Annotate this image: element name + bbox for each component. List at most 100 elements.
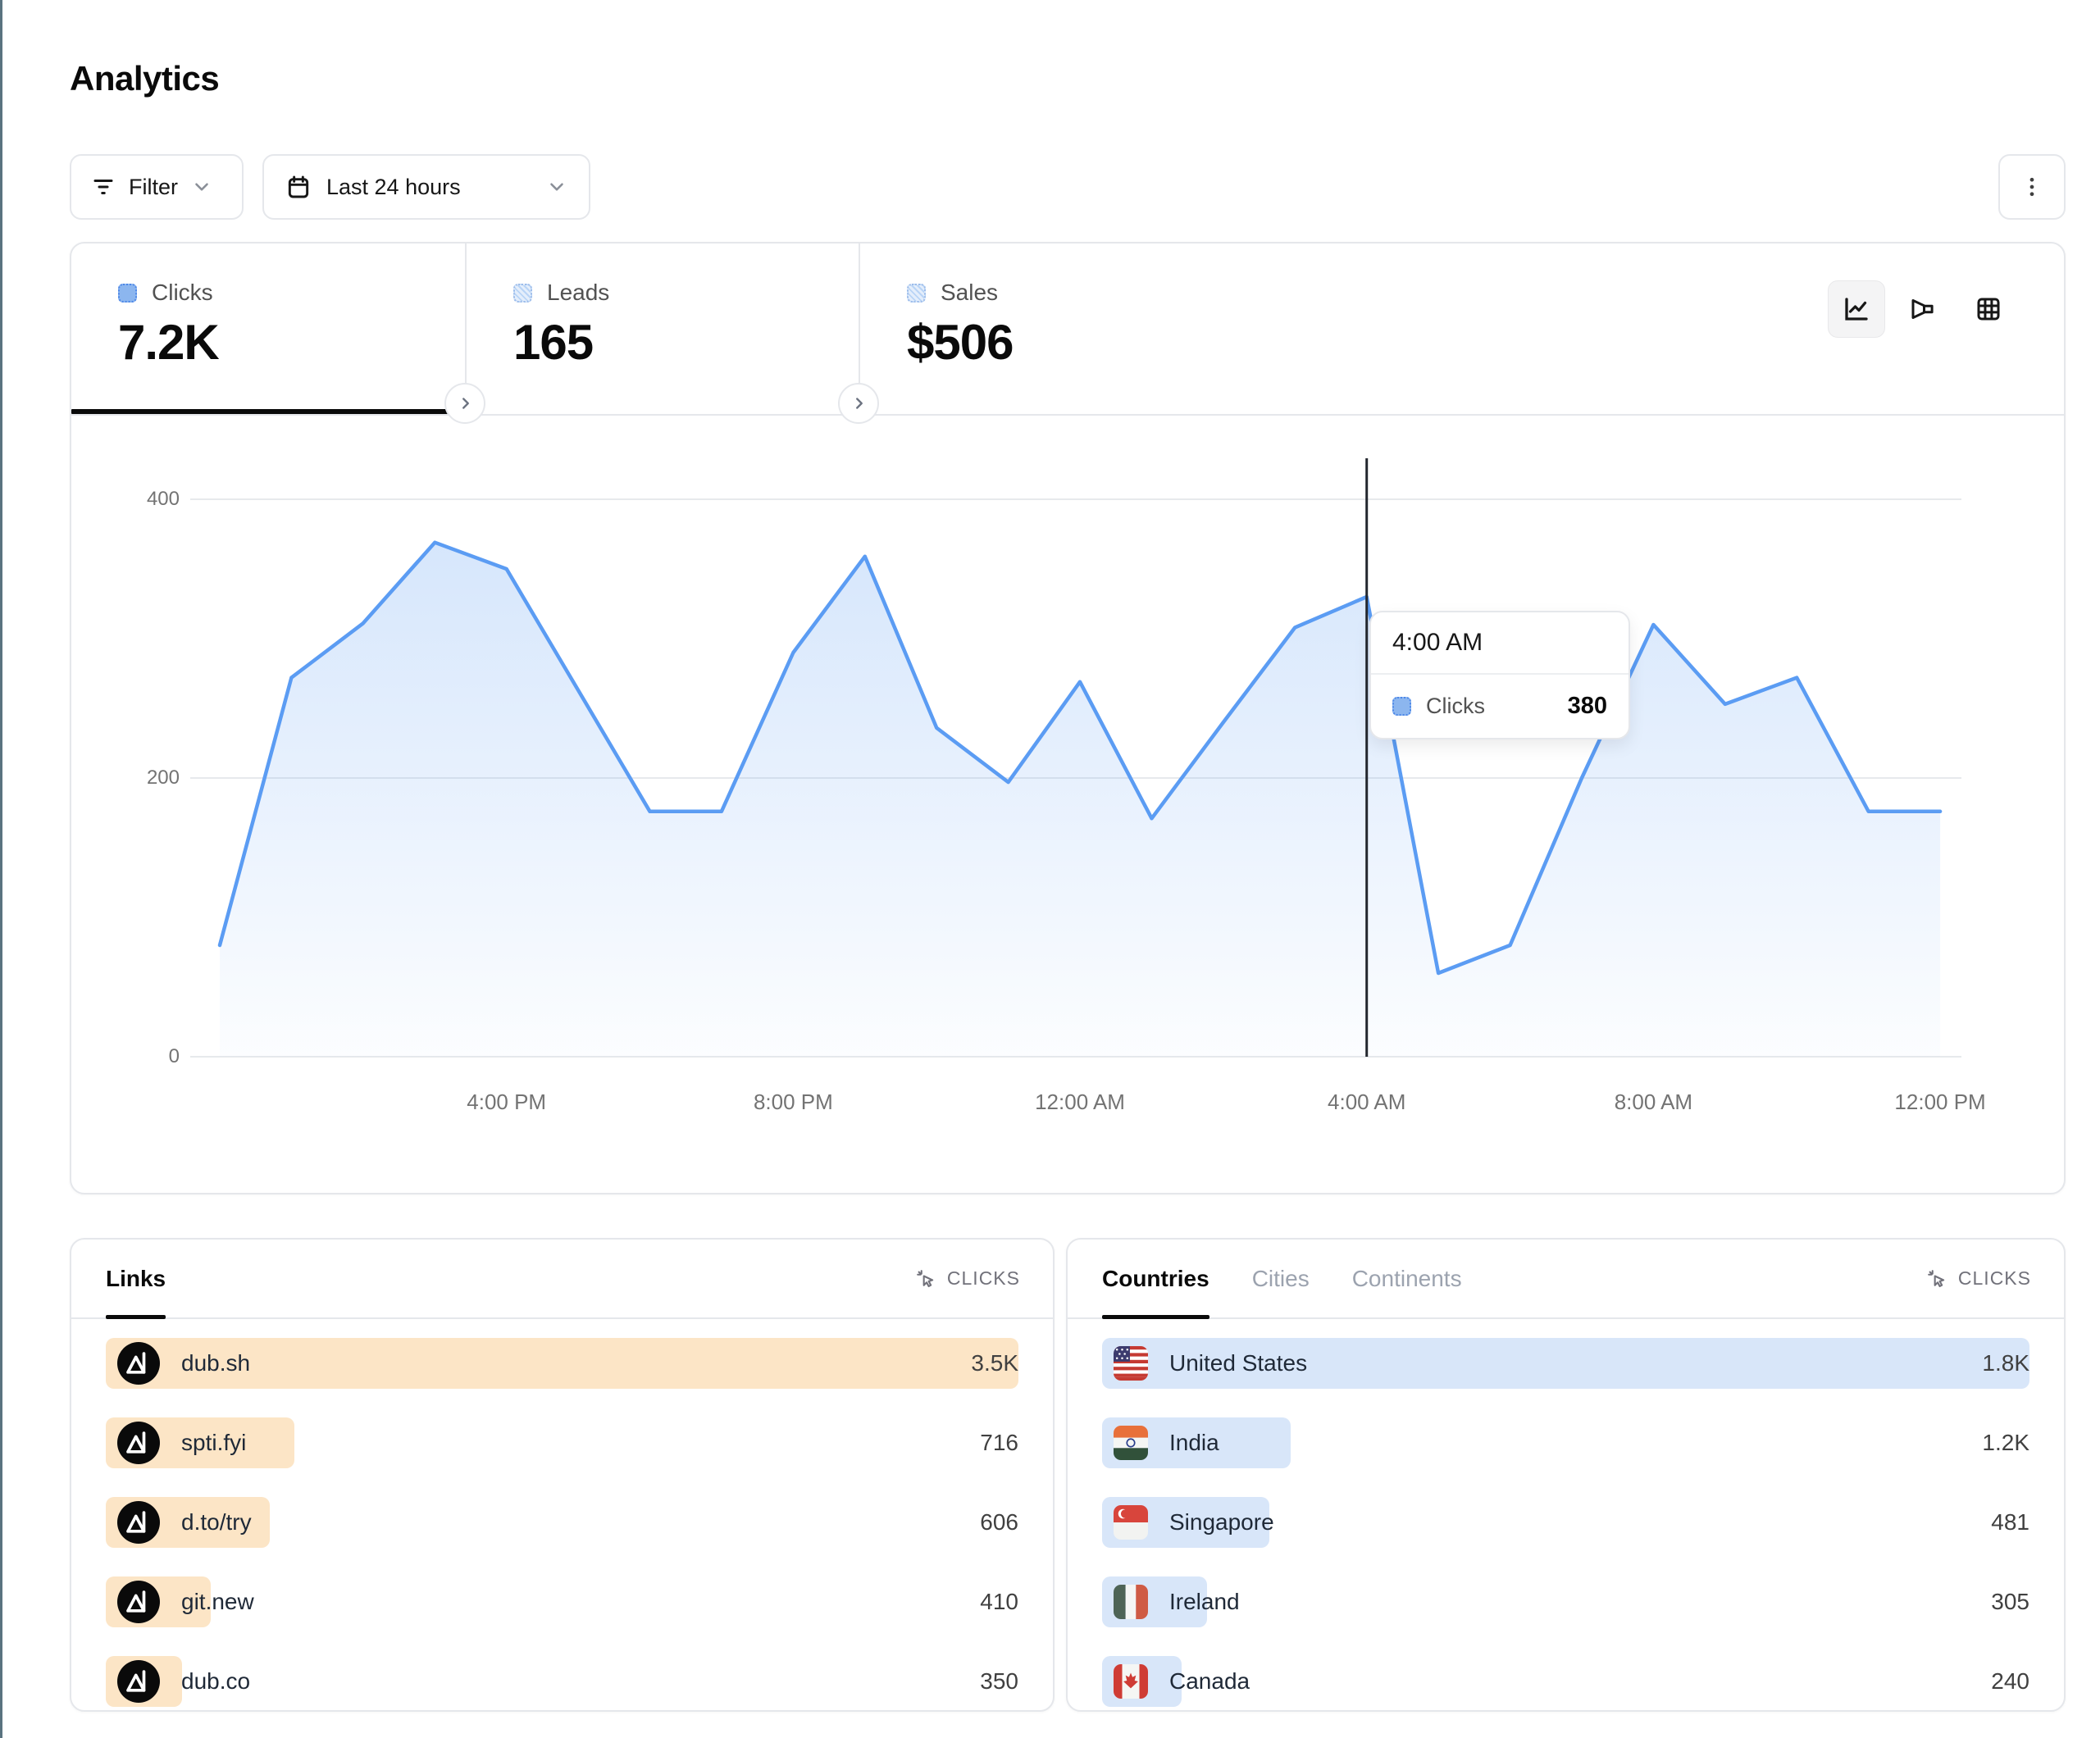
- x-tick-label: 4:00 PM: [467, 1090, 546, 1115]
- tooltip-time: 4:00 AM: [1371, 612, 1629, 675]
- line-chart-icon: [1842, 294, 1871, 324]
- links-rows: dub.sh3.5K spti.fyi716 d.to/try606 git.n…: [106, 1338, 1018, 1736]
- grid-table-icon: [1974, 294, 2003, 324]
- list-item[interactable]: United States 1.8K: [1102, 1338, 2029, 1389]
- active-tab-underline: [71, 409, 465, 414]
- clicks-legend-swatch: [118, 284, 137, 303]
- ireland-flag-icon: [1114, 1585, 1148, 1619]
- tooltip-legend-swatch: [1392, 697, 1411, 716]
- more-options-button[interactable]: [1998, 154, 2066, 220]
- countries-sort-metric[interactable]: CLICKS: [1925, 1240, 2031, 1317]
- links-sort-metric[interactable]: CLICKS: [914, 1240, 1020, 1317]
- table-view-button[interactable]: [1961, 281, 2016, 337]
- row-label: United States: [1169, 1350, 1307, 1376]
- row-label: Ireland: [1169, 1589, 1240, 1615]
- clicks-area-chart[interactable]: [190, 458, 1961, 1059]
- row-clicks-value: 350: [980, 1656, 1018, 1707]
- list-item[interactable]: dub.sh3.5K: [106, 1338, 1018, 1389]
- countries-panel: Countries Cities Continents CLICKS Unite…: [1066, 1238, 2066, 1712]
- y-tick-label: 200: [104, 767, 180, 789]
- links-panel: Links CLICKS dub.sh3.5K spti.fyi716 d.to…: [70, 1238, 1055, 1712]
- metric-label: Sales: [941, 280, 998, 306]
- tab-links[interactable]: Links: [106, 1240, 166, 1317]
- filter-button[interactable]: Filter: [70, 154, 244, 220]
- row-label: spti.fyi: [181, 1430, 246, 1456]
- row-label: d.to/try: [181, 1509, 252, 1536]
- row-clicks-value: 1.8K: [1982, 1338, 2029, 1389]
- sales-legend-swatch: [907, 284, 926, 303]
- expand-sales-chevron-button[interactable]: [838, 383, 879, 424]
- analytics-page: Analytics Filter Last 24 hours: [0, 0, 2100, 1738]
- row-clicks-value: 481: [1991, 1497, 2029, 1548]
- list-item[interactable]: dub.co 350: [106, 1656, 1018, 1707]
- row-clicks-value: 1.2K: [1982, 1417, 2029, 1468]
- y-tick-label: 400: [104, 488, 180, 511]
- dub-logo-icon: [117, 1422, 160, 1464]
- chevron-down-icon: [191, 176, 212, 198]
- x-tick-label: 12:00 AM: [1035, 1090, 1125, 1115]
- row-label: Canada: [1169, 1668, 1250, 1695]
- chart-type-toggle: [1828, 280, 2016, 338]
- left-edge-divider: [0, 0, 2, 1738]
- tooltip-value: 380: [1568, 693, 1607, 720]
- list-item[interactable]: Ireland 305: [1102, 1576, 2029, 1627]
- dub-logo-icon: [117, 1342, 160, 1385]
- x-tick-label: 8:00 PM: [754, 1090, 833, 1115]
- india-flag-icon: [1114, 1426, 1148, 1460]
- tab-cities[interactable]: Cities: [1252, 1240, 1310, 1317]
- leads-legend-swatch: [513, 284, 532, 303]
- singapore-flag-icon: [1114, 1505, 1148, 1540]
- line-chart-view-button[interactable]: [1828, 280, 1885, 338]
- row-clicks-value: 240: [1991, 1656, 2029, 1707]
- filter-lines-icon: [91, 175, 116, 199]
- date-range-button[interactable]: Last 24 hours: [262, 154, 590, 220]
- row-clicks-value: 410: [980, 1576, 1018, 1627]
- chart-tooltip: 4:00 AM Clicks 380: [1369, 611, 1630, 739]
- row-clicks-value: 3.5K: [971, 1338, 1018, 1389]
- date-range-label: Last 24 hours: [326, 175, 461, 200]
- list-item[interactable]: India 1.2K: [1102, 1417, 2029, 1468]
- clicks-column-label: CLICKS: [947, 1267, 1020, 1290]
- clicks-column-label: CLICKS: [1958, 1267, 2031, 1290]
- dub-logo-icon: [117, 1660, 160, 1703]
- expand-leads-chevron-button[interactable]: [444, 383, 485, 424]
- area-fill: [220, 543, 1940, 1057]
- tab-continents[interactable]: Continents: [1352, 1240, 1462, 1317]
- row-label: Singapore: [1169, 1509, 1274, 1536]
- tab-sales[interactable]: Sales $506: [860, 243, 1254, 414]
- dub-logo-icon: [117, 1501, 160, 1544]
- metric-value: 7.2K: [118, 314, 219, 371]
- list-item[interactable]: d.to/try606: [106, 1497, 1018, 1548]
- dub-logo-icon: [117, 1581, 160, 1623]
- metric-value: 165: [513, 314, 593, 371]
- tab-clicks[interactable]: Clicks 7.2K: [71, 243, 465, 414]
- metric-tabs-row: Clicks 7.2K Leads 165 Sales $506: [71, 243, 2064, 416]
- us-flag-icon: [1114, 1346, 1148, 1381]
- canada-flag-icon: [1114, 1664, 1148, 1699]
- links-panel-header: Links CLICKS: [71, 1240, 1053, 1319]
- x-tick-label: 12:00 PM: [1894, 1090, 1985, 1115]
- tab-countries[interactable]: Countries: [1102, 1240, 1209, 1317]
- x-tick-label: 8:00 AM: [1615, 1090, 1692, 1115]
- list-item[interactable]: spti.fyi716: [106, 1417, 1018, 1468]
- list-item[interactable]: Singapore 481: [1102, 1497, 2029, 1548]
- funnel-view-button[interactable]: [1895, 281, 1951, 337]
- metric-label: Clicks: [152, 280, 213, 306]
- cursor-click-icon: [1925, 1267, 1948, 1290]
- row-label: India: [1169, 1430, 1219, 1456]
- y-tick-label: 0: [104, 1045, 180, 1068]
- countries-panel-header: Countries Cities Continents CLICKS: [1068, 1240, 2064, 1319]
- list-item[interactable]: git.new 410: [106, 1576, 1018, 1627]
- tab-leads[interactable]: Leads 165: [467, 243, 860, 414]
- metric-label: Leads: [547, 280, 609, 306]
- filter-button-label: Filter: [129, 175, 178, 200]
- analytics-card: Clicks 7.2K Leads 165 Sales $506: [70, 242, 2066, 1194]
- metric-value: $506: [907, 314, 1013, 371]
- list-item[interactable]: Canada 240: [1102, 1656, 2029, 1707]
- row-label: dub.co: [181, 1668, 250, 1695]
- x-tick-label: 4:00 AM: [1328, 1090, 1405, 1115]
- calendar-icon: [285, 174, 312, 200]
- row-label: git.new: [181, 1589, 254, 1615]
- countries-rows: United States 1.8K India 1.2K Singapore 481…: [1102, 1338, 2029, 1736]
- row-clicks-value: 305: [1991, 1576, 2029, 1627]
